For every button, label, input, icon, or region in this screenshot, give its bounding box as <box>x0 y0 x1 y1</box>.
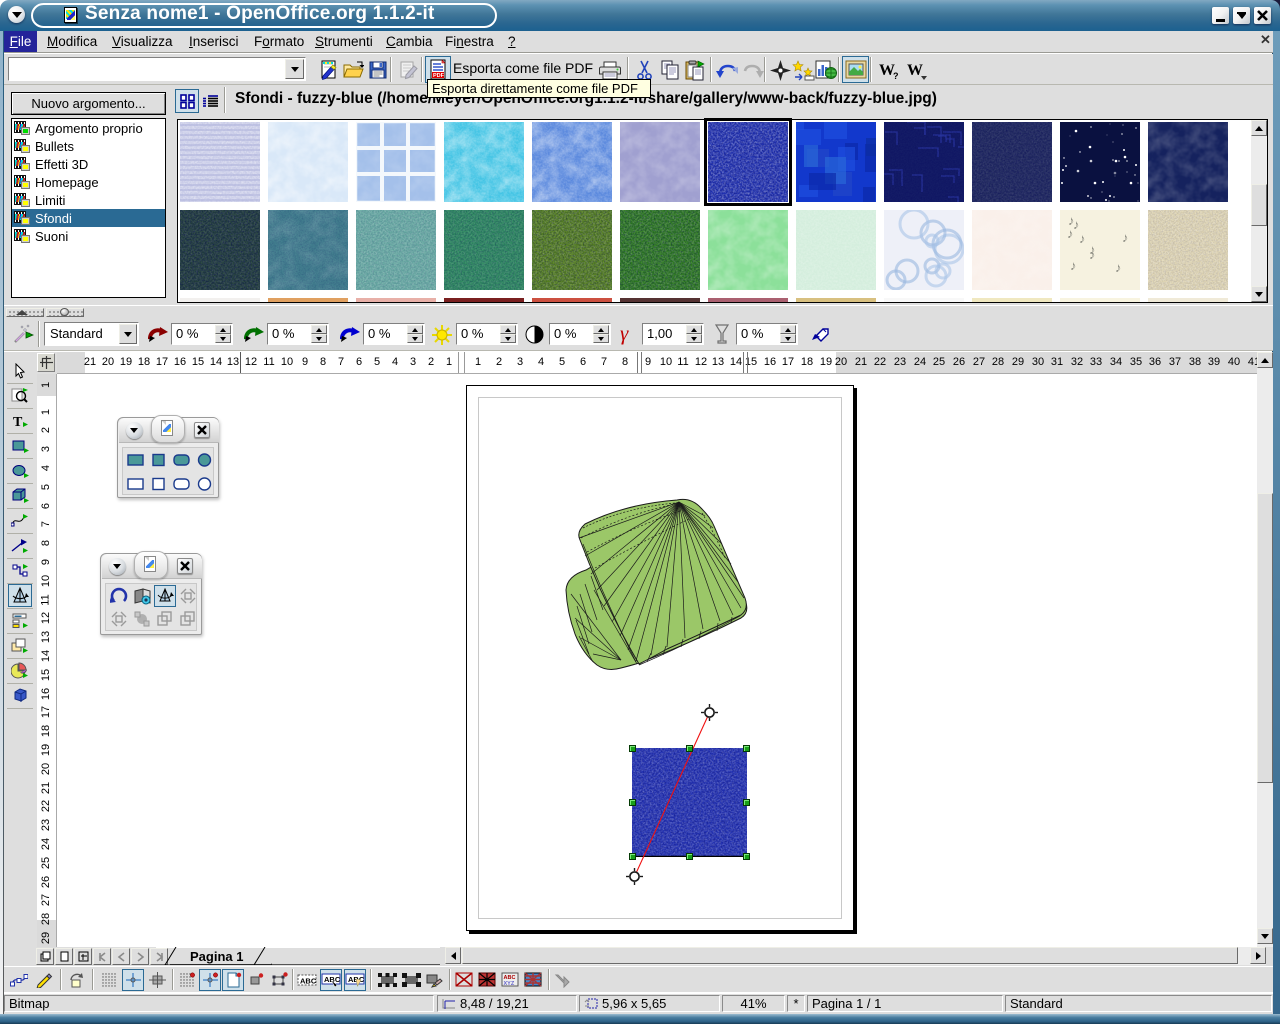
svg-text:♪: ♪ <box>1089 247 1096 262</box>
svg-text:♪: ♪ <box>1115 260 1122 275</box>
svg-text:W: W <box>907 62 923 79</box>
svg-text:♪: ♪ <box>1067 226 1074 241</box>
svg-text:?: ? <box>893 71 899 80</box>
svg-text:♪: ♪ <box>1079 231 1086 246</box>
svg-text:T: T <box>13 415 23 429</box>
svg-text:♪: ♪ <box>1070 258 1077 273</box>
svg-text:XYZ: XYZ <box>504 981 515 987</box>
svg-text:♪: ♪ <box>1122 230 1129 245</box>
svg-text:ABC: ABC <box>300 977 317 986</box>
